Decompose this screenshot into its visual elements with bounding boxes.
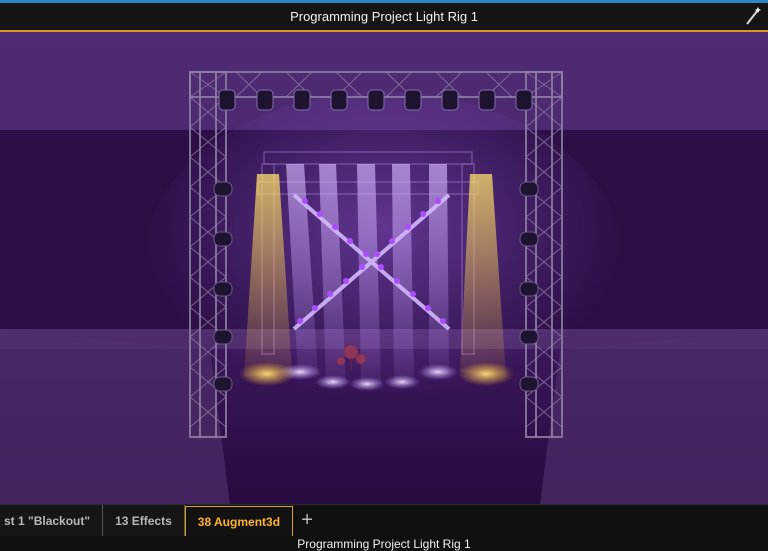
tab-augment3d[interactable]: 38 Augment3d xyxy=(184,506,294,536)
tab-label: st 1 "Blackout" xyxy=(4,513,91,528)
top-fixtures xyxy=(218,89,533,111)
tab-effects[interactable]: 13 Effects xyxy=(103,505,185,536)
window-title: Programming Project Light Rig 1 xyxy=(290,9,478,24)
augment3d-viewport[interactable] xyxy=(0,32,768,504)
tab-label: 13 Effects xyxy=(115,513,172,528)
bottom-bar: st 1 "Blackout" 13 Effects 38 Augment3d … xyxy=(0,504,768,551)
plus-icon[interactable]: + xyxy=(293,505,321,536)
status-text: Programming Project Light Rig 1 xyxy=(297,537,471,551)
title-bar: Programming Project Light Rig 1 xyxy=(0,3,768,32)
tab-label: 38 Augment3d xyxy=(197,514,281,529)
magic-wand-icon[interactable] xyxy=(744,6,762,26)
tab-cue-list[interactable]: st 1 "Blackout" xyxy=(0,505,104,536)
tab-strip: st 1 "Blackout" 13 Effects 38 Augment3d … xyxy=(0,505,321,536)
stage-scene[interactable] xyxy=(0,32,768,504)
